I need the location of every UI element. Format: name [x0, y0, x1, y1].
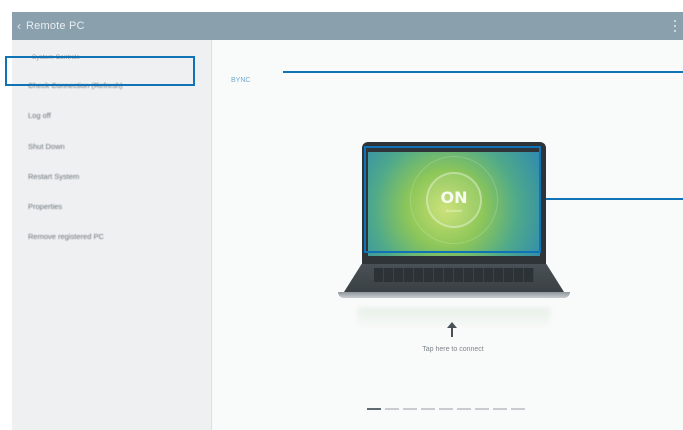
laptop-edge — [338, 292, 570, 298]
back-icon[interactable]: ‹ — [12, 12, 26, 40]
page-dot — [385, 408, 399, 410]
page-dot — [493, 408, 507, 410]
page-dot — [403, 408, 417, 410]
page-dot — [457, 408, 471, 410]
sidebar: System Controls Check Connection (Refres… — [12, 40, 212, 430]
laptop-keyboard — [374, 268, 534, 282]
sidebar-item-label: Restart System — [28, 171, 80, 181]
page-dot-active — [367, 408, 381, 410]
arrow-up-icon — [447, 322, 457, 338]
page-indicator — [367, 408, 529, 410]
laptop-base — [338, 264, 570, 302]
callout-highlight-sidebar-item — [5, 56, 195, 86]
connect-hint[interactable]: Tap here to connect — [392, 346, 514, 353]
app-title: Remote PC — [26, 20, 85, 32]
sidebar-item-label: Log off — [28, 110, 51, 120]
sidebar-item-properties[interactable]: Properties — [12, 191, 211, 221]
sidebar-item-label: Properties — [28, 201, 63, 211]
callout-highlight-screen — [364, 146, 541, 253]
callout-line-screen — [542, 198, 683, 200]
pc-name-label: BYNC — [231, 77, 251, 84]
page-dot — [439, 408, 453, 410]
overflow-menu-icon[interactable] — [673, 20, 677, 32]
sidebar-item-label: Remove registered PC — [28, 231, 104, 241]
sidebar-item-shut-down[interactable]: Shut Down — [12, 131, 211, 161]
sidebar-item-label: Shut Down — [28, 141, 65, 151]
page-dot — [511, 408, 525, 410]
callout-line-pc-name — [283, 71, 683, 73]
sidebar-item-remove-registered-pc[interactable]: Remove registered PC — [12, 221, 211, 251]
page-dot — [475, 408, 489, 410]
title-bar: ‹ Remote PC — [12, 12, 683, 40]
sidebar-item-restart-system[interactable]: Restart System — [12, 161, 211, 191]
sidebar-item-log-off[interactable]: Log off — [12, 100, 211, 130]
page-dot — [421, 408, 435, 410]
